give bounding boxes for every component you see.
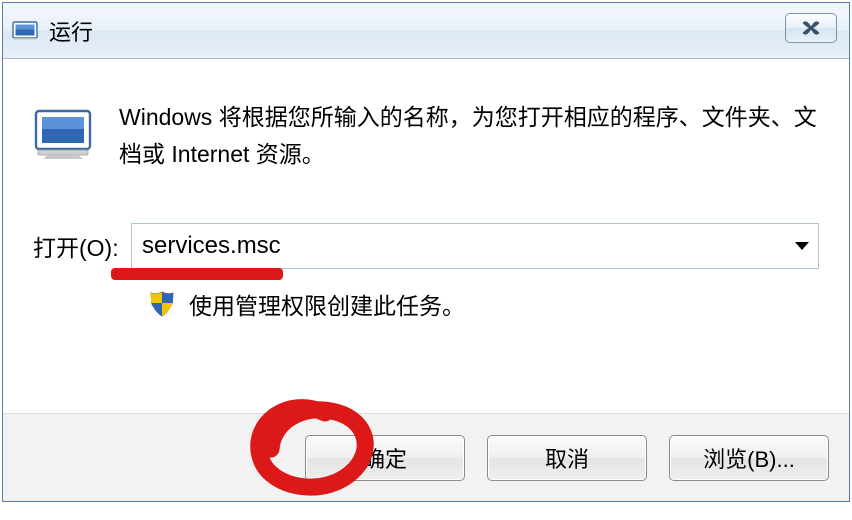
- ok-button[interactable]: 确定: [305, 435, 465, 481]
- dialog-description: Windows 将根据您所输入的名称，为您打开相应的程序、文件夹、文档或 Int…: [119, 99, 819, 173]
- open-combobox[interactable]: [131, 223, 819, 269]
- dialog-body: Windows 将根据您所输入的名称，为您打开相应的程序、文件夹、文档或 Int…: [3, 59, 849, 321]
- run-titlebar-icon: [11, 20, 39, 42]
- browse-button[interactable]: 浏览(B)...: [669, 435, 829, 481]
- run-icon: [33, 107, 95, 161]
- cancel-button[interactable]: 取消: [487, 435, 647, 481]
- open-label: 打开(O):: [33, 229, 131, 263]
- close-button[interactable]: [785, 13, 837, 43]
- dialog-footer: 确定 取消 浏览(B)...: [3, 413, 849, 501]
- shield-icon: [149, 291, 175, 317]
- run-dialog: 运行 Windows 将根据您所输入的名称，为您打开相应的程序、文件夹、文档或 …: [2, 2, 850, 502]
- window-title: 运行: [49, 15, 93, 47]
- admin-note: 使用管理权限创建此任务。: [189, 287, 465, 321]
- open-input[interactable]: [131, 223, 819, 269]
- titlebar: 运行: [3, 3, 849, 59]
